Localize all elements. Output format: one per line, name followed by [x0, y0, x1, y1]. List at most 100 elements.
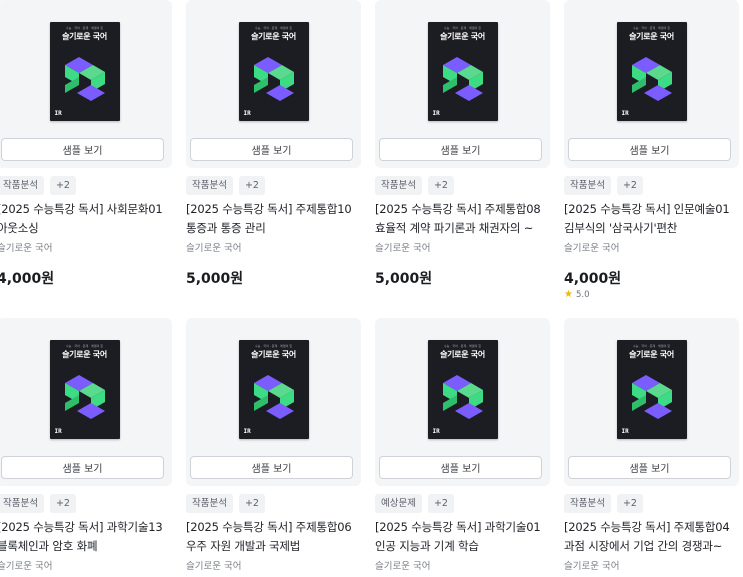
cover-subtitle: 수능 · 국어 · 문제 · 해결의 힘	[443, 344, 482, 348]
product-thumbnail[interactable]: 수능 · 국어 · 문제 · 해결의 힘 슬기로운 국어 IR 샘플 보기	[0, 318, 172, 486]
category-tag[interactable]: 작품분석	[375, 176, 422, 195]
product-title-line: [2025 수능특강 독서] 주제통합04	[564, 520, 730, 534]
publisher-mark: IR	[243, 428, 251, 435]
product-author[interactable]: 슬기로운 국어	[375, 240, 430, 254]
more-tags-badge[interactable]: +2	[616, 176, 643, 195]
product-title[interactable]: [2025 수능특강 독서] 주제통합08 효율적 계약 파기론과 채권자의 ~	[375, 200, 550, 238]
product-author[interactable]: 슬기로운 국어	[0, 558, 52, 572]
book-cover: 수능 · 국어 · 문제 · 해결의 힘슬기로운 국어 IR	[427, 22, 498, 121]
product-title-line: 인공 지능과 기계 학습	[375, 539, 479, 553]
product-title-line: [2025 수능특강 독서] 주제통합10	[186, 202, 352, 216]
sample-view-button[interactable]: 샘플 보기	[379, 138, 542, 161]
more-tags-badge[interactable]: +2	[49, 176, 76, 195]
brand-logo-icon	[64, 375, 105, 419]
more-tags-badge[interactable]: +2	[616, 494, 643, 513]
product-title-line: 아웃소싱	[0, 221, 39, 235]
publisher-mark: IR	[54, 110, 62, 117]
brand-logo-icon	[442, 57, 483, 101]
product-title-line: [2025 수능특강 독서] 과학기술13	[0, 520, 163, 534]
product-grid: 수능 · 국어 · 문제 · 해결의 힘 슬기로운 국어 IR 샘플 보기 작품분석 +2…	[0, 0, 743, 577]
brand-logo-icon	[631, 57, 672, 101]
product-title[interactable]: [2025 수능특강 독서] 주제통합06 우주 자원 개발과 국제법	[186, 518, 361, 556]
publisher-mark: IR	[621, 428, 629, 435]
cover-subtitle: 수능 · 국어 · 문제 · 해결의 힘	[65, 26, 104, 30]
cover-title: 슬기로운 국어	[629, 32, 674, 41]
tag-list: 예상문제 +2	[375, 494, 454, 513]
product-thumbnail[interactable]: 수능 · 국어 · 문제 · 해결의 힘슬기로운 국어 IR 샘플 보기	[0, 0, 172, 168]
product-author[interactable]: 슬기로운 국어	[0, 240, 52, 254]
sample-view-button[interactable]: 샘플 보기	[1, 138, 164, 161]
product-thumbnail[interactable]: 수능 · 국어 · 문제 · 해결의 힘슬기로운 국어 IR 샘플 보기	[564, 318, 739, 486]
brand-logo-icon	[631, 375, 672, 419]
product-title[interactable]: [2025 수능특강 독서] 사회문화01 아웃소싱	[0, 200, 172, 238]
product-title-line: 효율적 계약 파기론과 채권자의 ~	[375, 221, 534, 235]
product-thumbnail[interactable]: 수능 · 국어 · 문제 · 해결의 힘 슬기로운 국어 IR 샘플 보기	[564, 0, 739, 168]
cover-title: 슬기로운 국어	[440, 350, 485, 359]
category-tag[interactable]: 작품분석	[0, 494, 44, 513]
product-price: 4,000원	[0, 271, 55, 287]
product-title[interactable]: [2025 수능특강 독서] 인문예술01 김부식의 '삼국사기'편찬	[564, 200, 739, 238]
cover-subtitle: 수능 · 국어 · 문제 · 해결의 힘	[254, 344, 293, 348]
product-author[interactable]: 슬기로운 국어	[375, 558, 430, 572]
publisher-mark: IR	[54, 428, 62, 435]
cover-subtitle: 수능 · 국어 · 문제 · 해결의 힘	[254, 26, 293, 30]
cover-subtitle: 수능 · 국어 · 문제 · 해결의 힘	[65, 344, 104, 348]
product-thumbnail[interactable]: 수능 · 국어 · 문제 · 해결의 힘 슬기로운 국어 IR 샘플 보기	[375, 318, 550, 486]
more-tags-badge[interactable]: +2	[427, 494, 454, 513]
cover-title: 슬기로운 국어	[251, 350, 296, 359]
cover-title: 슬기로운 국어	[629, 350, 674, 359]
category-tag[interactable]: 예상문제	[375, 494, 422, 513]
category-tag[interactable]: 작품분석	[186, 494, 233, 513]
sample-view-button[interactable]: 샘플 보기	[1, 456, 164, 479]
category-tag[interactable]: 작품분석	[564, 176, 611, 195]
sample-view-button[interactable]: 샘플 보기	[190, 138, 353, 161]
category-tag[interactable]: 작품분석	[564, 494, 611, 513]
product-author[interactable]: 슬기로운 국어	[564, 240, 619, 254]
product-title-line: 우주 자원 개발과 국제법	[186, 539, 301, 553]
product-author[interactable]: 슬기로운 국어	[564, 558, 619, 572]
product-title[interactable]: [2025 수능특강 독서] 주제통합04 과점 시장에서 기업 간의 경쟁과~	[564, 518, 739, 556]
book-cover: 수능 · 국어 · 문제 · 해결의 힘 슬기로운 국어 IR	[616, 22, 687, 121]
sample-view-button[interactable]: 샘플 보기	[379, 456, 542, 479]
sample-view-button[interactable]: 샘플 보기	[190, 456, 353, 479]
cover-subtitle: 수능 · 국어 · 문제 · 해결의 힘	[443, 26, 482, 30]
product-title-line: [2025 수능특강 독서] 주제통합06	[186, 520, 352, 534]
sample-view-button[interactable]: 샘플 보기	[568, 456, 731, 479]
book-cover: 수능 · 국어 · 문제 · 해결의 힘 슬기로운 국어 IR	[427, 340, 498, 439]
product-title[interactable]: [2025 수능특강 독서] 과학기술13 블록체인과 암호 화폐	[0, 518, 172, 556]
product-title-line: [2025 수능특강 독서] 인문예술01	[564, 202, 730, 216]
more-tags-badge[interactable]: +2	[238, 494, 265, 513]
product-author[interactable]: 슬기로운 국어	[186, 240, 241, 254]
product-title[interactable]: [2025 수능특강 독서] 과학기술01 인공 지능과 기계 학습	[375, 518, 550, 556]
rating-value: 5.0	[575, 289, 590, 300]
cover-subtitle: 수능 · 국어 · 문제 · 해결의 힘	[632, 344, 671, 348]
product-title-line: 블록체인과 암호 화폐	[0, 539, 98, 553]
product-thumbnail[interactable]: 수능 · 국어 · 문제 · 해결의 힘 슬기로운 국어 IR 샘플 보기	[186, 0, 361, 168]
product-title-line: [2025 수능특강 독서] 사회문화01	[0, 202, 163, 216]
more-tags-badge[interactable]: +2	[238, 176, 265, 195]
product-author[interactable]: 슬기로운 국어	[186, 558, 241, 572]
tag-list: 작품분석 +2	[0, 176, 76, 195]
product-price: 5,000원	[186, 271, 244, 287]
product-title[interactable]: [2025 수능특강 독서] 주제통합10 통증과 통증 관리	[186, 200, 361, 238]
publisher-mark: IR	[621, 110, 629, 117]
product-thumbnail[interactable]: 수능 · 국어 · 문제 · 해결의 힘슬기로운 국어 IR 샘플 보기	[186, 318, 361, 486]
category-tag[interactable]: 작품분석	[186, 176, 233, 195]
more-tags-badge[interactable]: +2	[427, 176, 454, 195]
tag-list: 작품분석 +2	[564, 176, 643, 195]
tag-list: 작품분석 +2	[0, 494, 76, 513]
product-thumbnail[interactable]: 수능 · 국어 · 문제 · 해결의 힘슬기로운 국어 IR 샘플 보기	[375, 0, 550, 168]
sample-view-button[interactable]: 샘플 보기	[568, 138, 731, 161]
category-tag[interactable]: 작품분석	[0, 176, 44, 195]
product-price: 4,000원	[564, 271, 622, 287]
product-title-line: [2025 수능특강 독서] 주제통합08	[375, 202, 541, 216]
tag-list: 작품분석 +2	[186, 176, 265, 195]
cover-title: 슬기로운 국어	[251, 32, 296, 41]
cover-title: 슬기로운 국어	[440, 32, 485, 41]
cover-title: 슬기로운 국어	[62, 32, 107, 41]
book-cover: 수능 · 국어 · 문제 · 해결의 힘 슬기로운 국어 IR	[238, 22, 309, 121]
product-title-line: 과점 시장에서 기업 간의 경쟁과~	[564, 539, 723, 553]
more-tags-badge[interactable]: +2	[49, 494, 76, 513]
publisher-mark: IR	[432, 110, 440, 117]
tag-list: 작품분석 +2	[564, 494, 643, 513]
